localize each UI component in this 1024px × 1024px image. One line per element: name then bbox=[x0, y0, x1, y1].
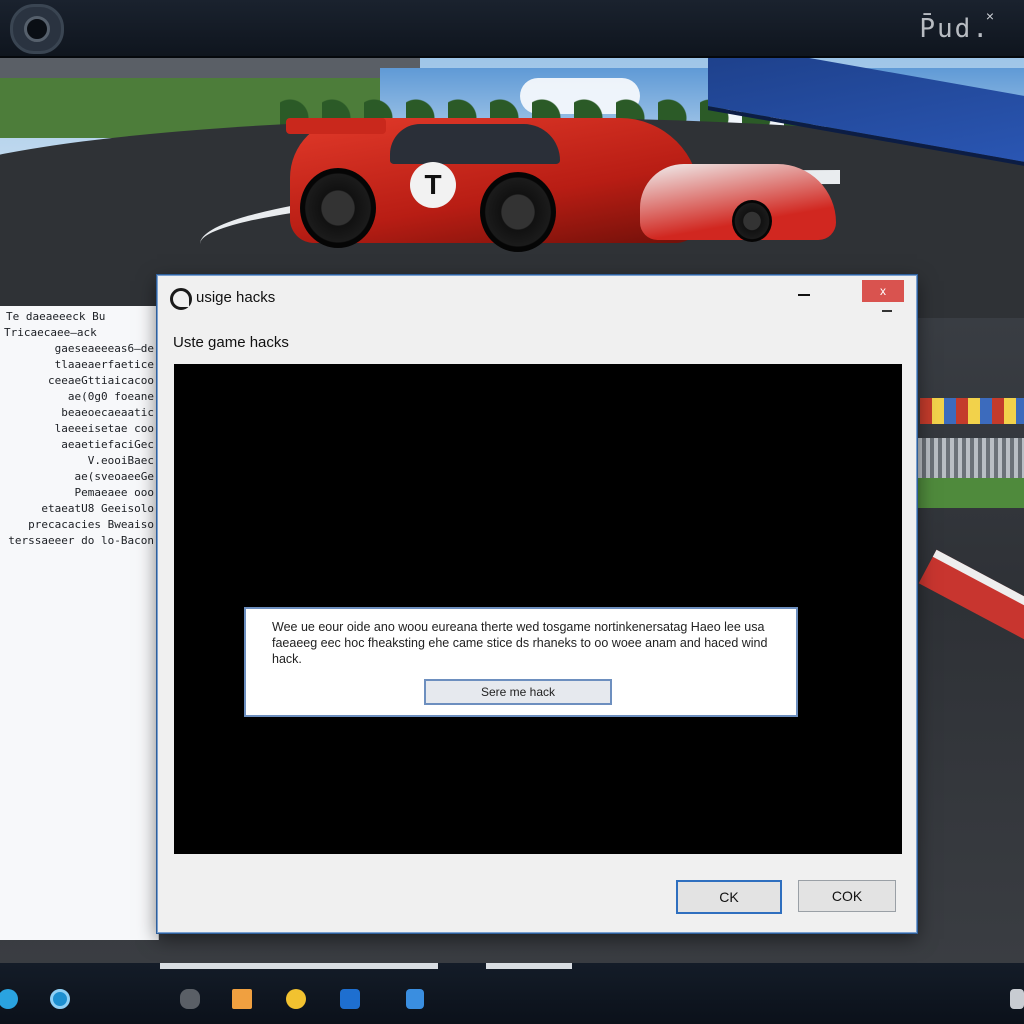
code-panel[interactable]: Te daeaeeeck Bu Tricaecaee—ack gaeseaeee… bbox=[0, 306, 159, 940]
car-canopy bbox=[390, 124, 560, 164]
car-wheel bbox=[300, 168, 376, 248]
grandstand bbox=[920, 398, 1024, 424]
car-number-badge: T bbox=[410, 162, 456, 208]
ok-button[interactable]: CK bbox=[676, 880, 782, 914]
code-line: aeaetiefaciGec bbox=[61, 438, 154, 451]
code-line: ae(0g0 foeane bbox=[67, 390, 154, 403]
code-line: precacacies Bweaiso bbox=[28, 518, 154, 531]
top-close-icon[interactable]: × bbox=[986, 8, 994, 24]
message-box: Wee ue eour oide ano woou eureana therte… bbox=[244, 607, 798, 717]
code-line: ae(sveoaeeGe bbox=[74, 470, 154, 483]
taskbar bbox=[0, 963, 1024, 1024]
app-icon bbox=[170, 288, 192, 310]
webcam-icon bbox=[10, 4, 64, 54]
code-line: terssaeeer do lo-Bacon bbox=[8, 534, 154, 547]
window-shelf bbox=[486, 963, 572, 969]
red-kerb-stripe bbox=[918, 549, 1024, 645]
second-race-car bbox=[640, 164, 836, 242]
arrow-icon[interactable] bbox=[286, 989, 306, 1009]
store-icon[interactable] bbox=[406, 989, 424, 1009]
dialog-title: usige hacks bbox=[196, 289, 276, 306]
window-shelf bbox=[160, 963, 438, 969]
code-line: laeeeisetae coo bbox=[54, 422, 154, 435]
car-wheel bbox=[732, 200, 772, 242]
car-wing bbox=[286, 118, 386, 134]
car-wheel bbox=[480, 172, 556, 252]
code-line: V.eooiBaec bbox=[87, 454, 154, 467]
code-line: Tricaecaee—ack bbox=[4, 326, 97, 339]
dialog-subtitle: Uste game hacks bbox=[173, 334, 289, 351]
top-bar: P̄ud. × bbox=[0, 0, 1024, 58]
save-hack-button[interactable]: Sere me hack bbox=[424, 679, 612, 705]
grass bbox=[918, 478, 1024, 508]
close-button[interactable]: x bbox=[862, 280, 904, 302]
folder-icon[interactable] bbox=[232, 989, 252, 1009]
code-line: etaeatU8 Geeisolo bbox=[41, 502, 154, 515]
hacks-dialog: usige hacks x Uste game hacks Wee ue eou… bbox=[157, 275, 917, 933]
code-line: gaeseaeeeas6—de bbox=[54, 342, 154, 355]
code-line: Pemaeaee ooo bbox=[74, 486, 154, 499]
browser-icon[interactable] bbox=[50, 989, 70, 1009]
restore-icon[interactable] bbox=[882, 310, 892, 312]
secondary-ok-button[interactable]: COK bbox=[798, 880, 896, 912]
code-line: tlaaeaerfaetice bbox=[54, 358, 154, 371]
dialog-content-area: Wee ue eour oide ano woou eureana therte… bbox=[174, 364, 902, 854]
code-panel-title: Te daeaeeeck Bu bbox=[6, 310, 106, 323]
brand-logo: P̄ud. bbox=[919, 14, 990, 44]
code-line: beaeoecaeaatic bbox=[61, 406, 154, 419]
code-line: ceeaeGttiaicacoo bbox=[48, 374, 154, 387]
game-app-icon[interactable] bbox=[340, 989, 360, 1009]
minimize-button[interactable] bbox=[792, 284, 816, 304]
red-race-car: T bbox=[286, 118, 700, 252]
message-text: Wee ue eour oide ano woou eureana therte… bbox=[272, 620, 768, 666]
tray-icon[interactable] bbox=[1010, 989, 1024, 1009]
controller-icon[interactable] bbox=[180, 989, 200, 1009]
edge-icon[interactable] bbox=[0, 989, 18, 1009]
